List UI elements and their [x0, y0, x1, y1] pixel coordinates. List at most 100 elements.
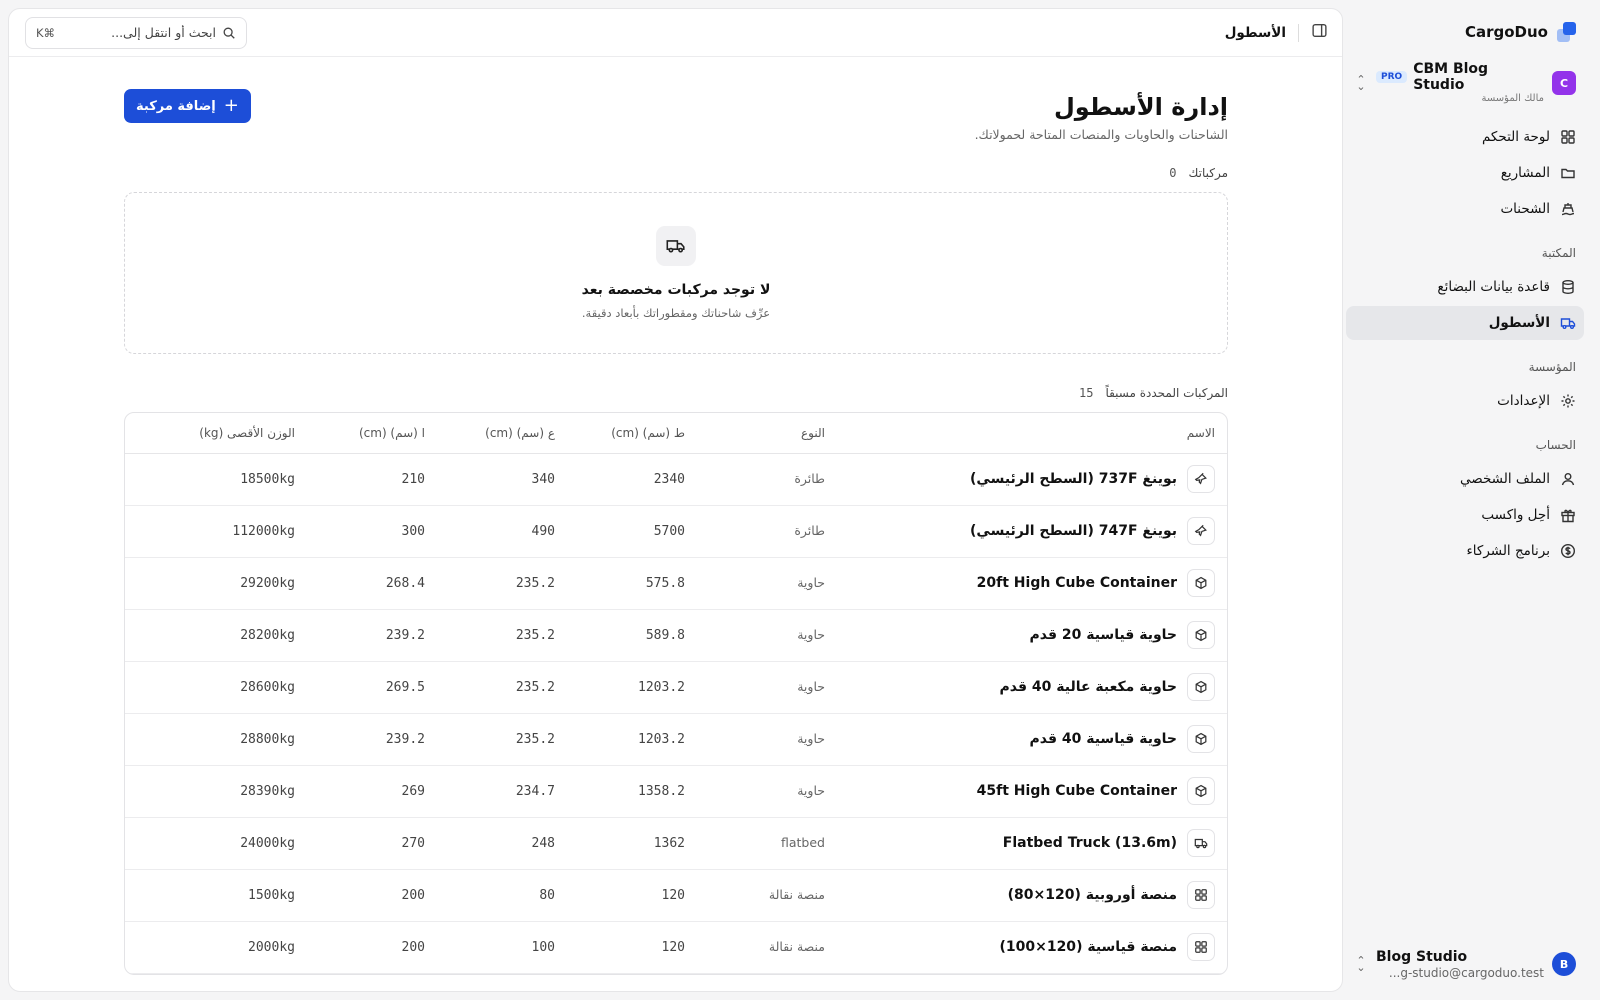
truck-icon [656, 226, 696, 266]
vehicle-height: 200 [307, 869, 437, 922]
add-vehicle-button[interactable]: + إضافة مركبة [124, 89, 251, 123]
vehicle-type: منصة نقالة [768, 887, 825, 902]
col-type[interactable]: النوع [697, 413, 837, 454]
col-name[interactable]: الاسم [837, 413, 1227, 454]
vehicle-name: 20ft High Cube Container [976, 575, 1177, 591]
vehicle-width: 234.7 [437, 765, 567, 818]
sidebar-item-cargo-db[interactable]: قاعدة بيانات البضائع [1346, 270, 1584, 304]
vehicle-type: حاوية [797, 627, 825, 642]
user-icon [1561, 473, 1575, 486]
sidebar-item-label: لوحة التحكم [1481, 129, 1550, 145]
sidebar-item-fleet[interactable]: الأسطول [1346, 306, 1584, 340]
sidebar-toggle-button[interactable] [1311, 22, 1328, 43]
table-row[interactable]: حاوية مكعبة عالية 40 قدم حاوية 1203.2 23… [125, 661, 1227, 714]
table-row[interactable]: حاوية قياسية 40 قدم حاوية 1203.2 235.2 2… [125, 713, 1227, 766]
plane-icon [1187, 465, 1215, 493]
predefined-count: 15 [1078, 386, 1094, 400]
sidebar-item-label: قاعدة بيانات البضائع [1437, 279, 1550, 295]
vehicle-length: 589.8 [567, 609, 697, 662]
vehicle-height: 210 [307, 453, 437, 506]
vehicle-name: حاوية مكعبة عالية 40 قدم [999, 679, 1178, 695]
col-weight[interactable]: الوزن الأقصى (kg) [125, 413, 307, 454]
database-icon [1562, 280, 1574, 295]
table-row[interactable]: منصة قياسية (120×100) منصة نقالة 120 100… [125, 921, 1227, 974]
vehicle-type: حاوية [797, 783, 825, 798]
brand[interactable]: CargoDuo [1346, 0, 1584, 64]
chevron-up-down-icon: ⌃ ⌄ [1356, 954, 1366, 975]
search-box[interactable]: K⌘ [25, 16, 247, 49]
pallet-icon [1187, 933, 1215, 961]
org-switcher[interactable]: C CBM Blog Studio PRO مالك المؤسسة ⌃ ⌄ [1346, 61, 1584, 105]
user-email: ...g-studio@cargoduo.test [1388, 965, 1544, 980]
page-header: إدارة الأسطول الشاحنات والحاويات والمنصا… [124, 89, 1228, 142]
user-menu[interactable]: B Blog Studio ...g-studio@cargoduo.test … [1346, 949, 1584, 980]
vehicle-max-weight: 28600kg [125, 661, 307, 714]
table-header-row: الاسم النوع ط (سم) (cm) ع (سم) (cm) ا (س… [125, 413, 1227, 454]
box-icon [1187, 725, 1215, 753]
vehicle-width: 235.2 [437, 661, 567, 714]
sidebar-item-label: أحِل واكسب [1481, 507, 1550, 523]
vehicle-name: منصة قياسية (120×100) [999, 939, 1177, 955]
sidebar-item-label: الإعدادات [1497, 393, 1550, 409]
chevron-up-down-icon: ⌃ ⌄ [1356, 73, 1366, 93]
sidebar-item-projects[interactable]: المشاريع [1346, 156, 1584, 190]
table-row[interactable]: بوينغ 747F (السطح الرئيسي) طائرة 5700 49… [125, 505, 1227, 558]
vehicle-max-weight: 1500kg [125, 869, 307, 922]
vehicle-height: 200 [307, 921, 437, 974]
vehicle-length: 575.8 [567, 557, 697, 610]
vehicle-length: 5700 [567, 505, 697, 558]
vehicle-max-weight: 29200kg [125, 557, 307, 610]
sidebar-item-dashboard[interactable]: لوحة التحكم [1346, 120, 1584, 154]
ship-icon [1561, 203, 1575, 216]
vehicle-max-weight: 28800kg [125, 713, 307, 766]
empty-state: لا توجد مركبات مخصصة بعد عرِّف شاحناتك و… [124, 192, 1228, 354]
vehicle-name: بوينغ 747F (السطح الرئيسي) [970, 523, 1177, 539]
pro-badge: PRO [1376, 71, 1408, 84]
org-text: CBM Blog Studio PRO مالك المؤسسة [1376, 61, 1544, 105]
gift-icon [1561, 509, 1575, 523]
add-vehicle-label: إضافة مركبة [136, 98, 216, 114]
truck-icon [1560, 318, 1576, 329]
plus-icon: + [223, 95, 239, 116]
sidebar-item-referral[interactable]: أحِل واكسب [1346, 498, 1584, 532]
box-icon [1187, 777, 1215, 805]
sidebar-item-partners[interactable]: برنامج الشركاء [1346, 534, 1584, 568]
col-height[interactable]: ا (سم) (cm) [307, 413, 437, 454]
sidebar-item-shipments[interactable]: الشحنات [1346, 192, 1584, 226]
search-input[interactable] [61, 25, 216, 40]
pallet-icon [1187, 881, 1215, 909]
topbar: الأسطول K⌘ [9, 9, 1342, 57]
table-row[interactable]: بوينغ 737F (السطح الرئيسي) طائرة 2340 34… [125, 453, 1227, 506]
vehicle-max-weight: 28200kg [125, 609, 307, 662]
vehicle-type: flatbed [781, 835, 825, 850]
table-row[interactable]: Flatbed Truck (13.6m) flatbed 1362 248 2… [125, 817, 1227, 870]
content: إدارة الأسطول الشاحنات والحاويات والمنصا… [9, 57, 1342, 975]
vehicle-max-weight: 24000kg [125, 817, 307, 870]
table-row[interactable]: 45ft High Cube Container حاوية 1358.2 23… [125, 765, 1227, 818]
vehicle-length: 120 [567, 921, 697, 974]
table-row[interactable]: منصة أوروبية (120×80) منصة نقالة 120 80 … [125, 869, 1227, 922]
search-icon [223, 27, 235, 39]
user-name: Blog Studio [1376, 948, 1468, 965]
vehicle-length: 120 [567, 869, 697, 922]
box-icon [1187, 621, 1215, 649]
vehicle-width: 235.2 [437, 557, 567, 610]
sidebar-item-label: المشاريع [1500, 165, 1550, 181]
vehicle-length: 2340 [567, 453, 697, 506]
table-row[interactable]: 20ft High Cube Container حاوية 575.8 235… [125, 557, 1227, 610]
page-title: إدارة الأسطول [1053, 93, 1228, 121]
page-subtitle: الشاحنات والحاويات والمنصات المتاحة لحمو… [974, 127, 1228, 142]
main-panel: الأسطول K⌘ إدارة الأسطول الشاحنات والحاو… [8, 8, 1343, 992]
vehicle-type: طائرة [794, 523, 825, 538]
col-length[interactable]: ط (سم) (cm) [567, 413, 697, 454]
table-row[interactable]: حاوية قياسية 20 قدم حاوية 589.8 235.2 23… [125, 609, 1227, 662]
my-vehicles-label: مركباتك [1188, 166, 1229, 180]
vehicle-name: حاوية قياسية 40 قدم [1029, 731, 1177, 747]
org-role: مالك المؤسسة [1481, 93, 1545, 105]
sidebar-item-profile[interactable]: الملف الشخصي [1346, 462, 1584, 496]
sidebar-item-settings[interactable]: الإعدادات [1346, 384, 1584, 418]
vehicle-width: 235.2 [437, 609, 567, 662]
vehicle-length: 1203.2 [567, 661, 697, 714]
col-width[interactable]: ع (سم) (cm) [437, 413, 567, 454]
box-icon [1187, 673, 1215, 701]
